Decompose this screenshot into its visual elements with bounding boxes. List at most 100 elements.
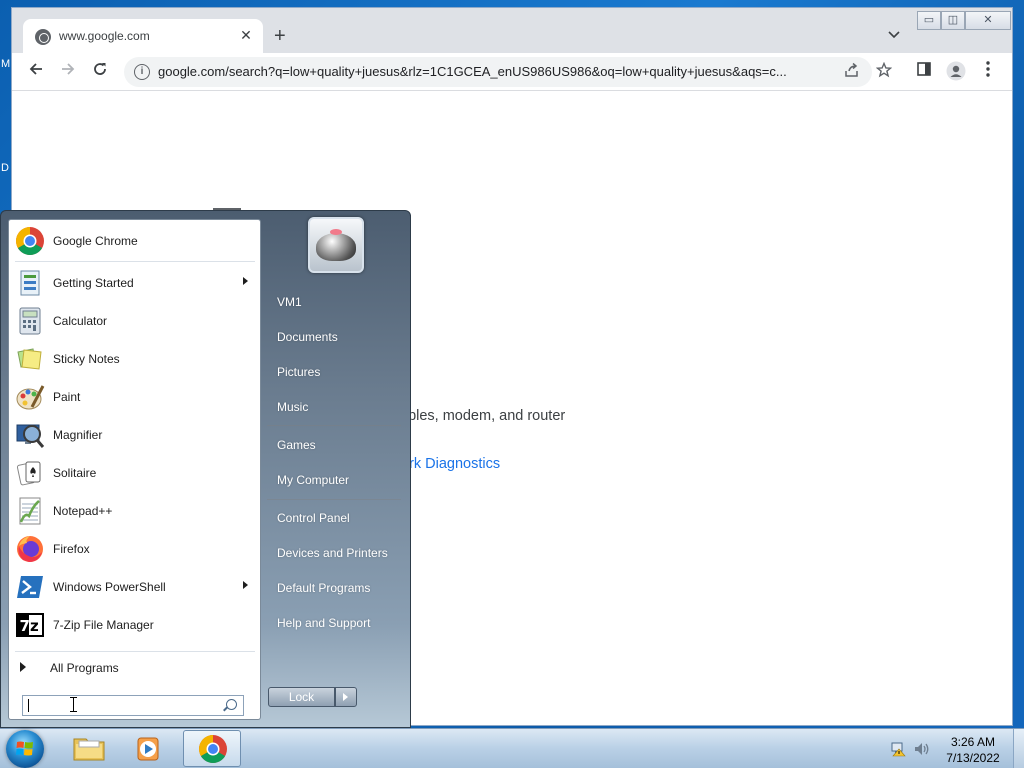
desktop-icon-label: M [1, 58, 11, 70]
start-item-label: Sticky Notes [53, 352, 120, 366]
7zip-icon: 7z [15, 610, 45, 640]
start-item-paint[interactable]: Paint [11, 379, 260, 415]
start-item-label: Notepad++ [53, 504, 113, 518]
start-link-documents[interactable]: Documents [277, 330, 338, 344]
url-text[interactable]: google.com/search?q=low+quality+juesus&r… [158, 64, 834, 79]
start-link-music[interactable]: Music [277, 400, 308, 414]
close-tab-icon[interactable]: ✕ [237, 26, 255, 44]
getting-started-icon [15, 268, 45, 298]
start-button[interactable] [6, 730, 44, 768]
start-item-magnifier[interactable]: Magnifier [11, 417, 260, 453]
start-link-my-computer[interactable]: My Computer [277, 473, 349, 487]
svg-text:z: z [30, 617, 39, 635]
sticky-notes-icon [15, 344, 45, 374]
lock-button[interactable]: Lock [268, 687, 335, 707]
address-bar[interactable]: i google.com/search?q=low+quality+juesus… [124, 57, 893, 87]
file-explorer-icon [73, 738, 105, 761]
start-item-label: Getting Started [53, 276, 134, 290]
desktop-icon-label: D [1, 162, 9, 174]
taskbar: 3:26 AM 7/13/2022 [0, 728, 1024, 768]
error-suggestion-text: ables, modem, and router [400, 408, 566, 424]
notepadpp-icon [15, 496, 45, 526]
close-window-button[interactable]: ✕ [965, 11, 1011, 30]
network-diagnostics-link[interactable]: ork Diagnostics [401, 456, 500, 472]
tab-title: www.google.com [59, 29, 150, 43]
start-item-label: 7-Zip File Manager [53, 618, 154, 632]
paint-icon [15, 382, 45, 412]
taskbar-file-explorer[interactable] [60, 730, 118, 767]
forward-button[interactable] [56, 61, 80, 85]
start-link-devices-and-printers[interactable]: Devices and Printers [277, 546, 388, 560]
submenu-arrow-icon [243, 277, 248, 285]
bookmark-star-icon[interactable] [875, 61, 893, 82]
windows-logo-icon [16, 741, 33, 756]
start-item-google-chrome[interactable]: Google Chrome [11, 223, 260, 259]
start-item-label: Windows PowerShell [53, 580, 166, 594]
start-menu-programs-pane: Google Chrome Getting Started Calculator… [8, 219, 261, 720]
start-item-label: Calculator [53, 314, 108, 328]
start-link-control-panel[interactable]: Control Panel [277, 511, 350, 525]
shutdown-options-arrow[interactable] [335, 687, 357, 707]
start-item-label: Paint [53, 390, 81, 404]
start-link-pictures[interactable]: Pictures [277, 365, 320, 379]
back-button[interactable] [24, 61, 48, 85]
start-item-windows-powershell[interactable]: Windows PowerShell [11, 569, 260, 605]
magnifier-icon [15, 420, 45, 450]
user-picture[interactable] [308, 217, 364, 273]
media-player-icon [137, 737, 159, 761]
start-item-getting-started[interactable]: Getting Started [11, 265, 260, 301]
chrome-icon [15, 226, 45, 256]
start-item-notepadpp[interactable]: Notepad++ [11, 493, 260, 529]
start-item-label: Solitaire [53, 466, 97, 480]
browser-toolbar: i google.com/search?q=low+quality+juesus… [12, 53, 1012, 91]
start-item-calculator[interactable]: Calculator [11, 303, 260, 339]
start-item-7zip-file-manager[interactable]: 7z 7-Zip File Manager [11, 607, 260, 643]
divider [15, 261, 255, 262]
share-icon[interactable] [844, 62, 860, 82]
clock-date: 7/13/2022 [946, 751, 1000, 765]
all-programs-arrow-icon [20, 662, 26, 672]
start-item-label: Firefox [53, 542, 90, 556]
start-search-input[interactable] [22, 695, 244, 716]
browser-tab[interactable]: www.google.com ✕ [23, 19, 263, 53]
start-item-firefox[interactable]: Firefox [11, 531, 260, 567]
tab-strip: www.google.com ✕ + ▭ ◫ ✕ [12, 8, 1012, 53]
start-menu: Google Chrome Getting Started Calculator… [0, 210, 411, 728]
profile-avatar-icon[interactable] [944, 61, 968, 85]
side-panel-icon[interactable] [912, 61, 936, 85]
show-desktop-button[interactable] [1013, 729, 1024, 768]
minimize-button[interactable]: ▭ [917, 11, 941, 30]
network-warning-icon[interactable] [890, 741, 906, 757]
site-info-icon[interactable]: i [134, 64, 150, 80]
powershell-icon [15, 572, 45, 602]
calculator-icon [15, 306, 45, 336]
start-link-games[interactable]: Games [277, 438, 316, 452]
menu-dots-icon[interactable] [976, 61, 1000, 85]
start-link-vm1[interactable]: VM1 [277, 295, 302, 309]
text-caret [28, 699, 29, 712]
start-item-label: Google Chrome [53, 234, 138, 248]
tab-search-icon[interactable] [888, 28, 900, 42]
divider [15, 651, 255, 652]
start-link-help-and-support[interactable]: Help and Support [277, 616, 370, 630]
submenu-arrow-icon [243, 581, 248, 589]
clock-time: 3:26 AM [950, 735, 996, 749]
start-item-label: Magnifier [53, 428, 103, 442]
taskbar-google-chrome[interactable] [183, 730, 241, 767]
start-item-solitaire[interactable]: Solitaire [11, 455, 260, 491]
text-cursor-icon [70, 697, 77, 712]
new-tab-button[interactable]: + [274, 24, 286, 48]
globe-icon [35, 29, 51, 45]
start-link-default-programs[interactable]: Default Programs [277, 581, 370, 595]
all-programs-button[interactable]: All Programs [50, 661, 119, 675]
start-item-sticky-notes[interactable]: Sticky Notes [11, 341, 260, 377]
system-clock[interactable]: 3:26 AM 7/13/2022 [940, 734, 1006, 766]
firefox-icon [15, 534, 45, 564]
svg-text:7: 7 [20, 617, 30, 635]
solitaire-icon [15, 458, 45, 488]
maximize-button[interactable]: ◫ [941, 11, 965, 30]
taskbar-media-player[interactable] [120, 730, 178, 767]
chrome-icon [199, 735, 227, 763]
volume-icon[interactable] [914, 741, 930, 757]
reload-button[interactable] [88, 61, 112, 85]
